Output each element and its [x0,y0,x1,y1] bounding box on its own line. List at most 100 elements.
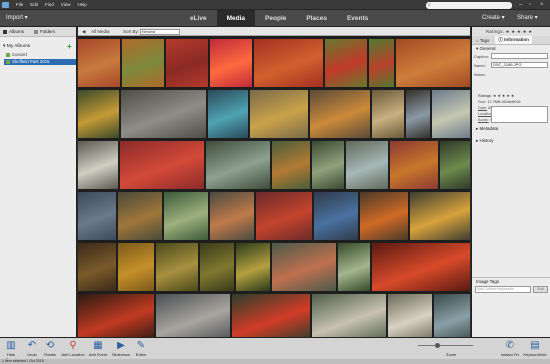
thumbnail[interactable] [236,243,270,291]
thumbnail[interactable] [118,192,162,240]
thumbnail[interactable] [78,39,120,87]
menu-view[interactable]: View [61,2,71,7]
thumbnail-row [78,293,470,337]
album-item-sheffield-park[interactable]: Sheffield Park 2015 [4,59,76,65]
rotate-button[interactable]: ⟲ Rotate [42,340,58,357]
tool-label: Editor [135,352,147,357]
thumbnail[interactable] [434,294,470,337]
thumbnail[interactable] [156,243,198,291]
thumbnail[interactable] [440,141,470,189]
thumbnail[interactable] [346,141,388,189]
thumbnail[interactable] [256,192,312,240]
tab-places[interactable]: Places [296,10,337,27]
name-field[interactable]: DSC_0186.JPG [491,62,548,68]
slideshow-button[interactable]: ▶ Slideshow [111,340,131,357]
add-event-button[interactable]: ▦ Add Event [88,340,108,357]
menu-help[interactable]: Help [77,2,86,7]
thumbnail[interactable] [121,90,206,138]
thumbnail[interactable] [166,39,208,87]
keyword-info-button[interactable]: ▤ Keyword/Info [522,340,548,357]
general-section-header[interactable]: ▾ General [472,45,550,52]
thumbnail[interactable] [314,192,358,240]
history-section-header[interactable]: ▸ History [472,137,550,144]
tab-events[interactable]: Events [337,10,378,27]
add-location-button[interactable]: ⚲ Add Location [61,340,85,357]
album-item-concert[interactable]: Concert [4,52,76,58]
thumbnail[interactable] [122,39,164,87]
thumbnail[interactable] [208,90,248,138]
my-albums-header[interactable]: ▾ My Albums [3,44,30,49]
thumbnail[interactable] [78,141,118,189]
tab-albums[interactable]: Albums [3,29,24,34]
keyword-input[interactable]: Add Custom Keywords [475,286,531,293]
import-button[interactable]: Import ▾ [6,14,28,21]
thumbnail[interactable] [372,243,470,291]
date-label[interactable]: Date: [478,106,487,110]
sort-dropdown[interactable]: Newest [140,28,180,35]
menu-find[interactable]: Find [45,2,54,7]
thumbnail[interactable] [78,294,154,337]
thumbnail[interactable] [360,192,408,240]
thumbnail[interactable] [232,294,310,337]
thumbnail[interactable] [406,90,430,138]
thumbnail[interactable] [388,294,432,337]
thumbnail[interactable] [432,90,470,138]
thumbnail[interactable] [369,39,394,87]
caption-label: Caption: [474,54,489,59]
bottom-toolbar: ▥ Hide Panel ↶ Undo ⟲ Rotate ⚲ Add Locat… [0,337,550,362]
thumbnail[interactable] [250,90,308,138]
undo-button[interactable]: ↶ Undo [25,340,39,357]
tab-tags[interactable]: ⌂ Tags [476,38,489,43]
thumbnail[interactable] [78,243,116,291]
thumbnail[interactable] [410,192,470,240]
notes-field[interactable] [491,106,548,123]
thumbnail[interactable] [200,243,234,291]
create-button[interactable]: Create ▾ [482,14,505,21]
tab-folders-label: Folders [40,29,56,34]
thumbnail[interactable] [372,90,404,138]
thumbnail[interactable] [312,141,344,189]
caption-field[interactable] [491,53,548,59]
thumbnail[interactable] [78,192,116,240]
instant-fix-button[interactable]: ✆ Instant Fix [500,340,520,357]
thumbnail[interactable] [120,141,204,189]
thumbnail[interactable] [272,243,336,291]
tab-elive[interactable]: eLive [180,10,217,27]
thumbnail[interactable] [338,243,370,291]
thumbnail[interactable] [164,192,208,240]
thumbnail[interactable] [310,90,370,138]
search-input[interactable]: ⌕ [426,2,512,9]
tab-folders[interactable]: Folders [34,29,55,34]
add-album-button[interactable]: + [67,42,72,51]
zoom-slider-handle[interactable] [435,343,440,348]
audio-label[interactable]: Audio: [478,118,489,122]
thumbnail[interactable] [254,39,323,87]
minimize-icon[interactable]: – [519,1,522,9]
menu-file[interactable]: File [16,2,23,7]
thumbnail[interactable] [396,39,470,87]
thumbnail[interactable] [390,141,438,189]
add-keyword-button[interactable]: Add [533,286,548,293]
tab-information[interactable]: ⓘ Information [495,36,532,44]
metadata-section-header[interactable]: ▸ Metadata [472,125,550,132]
editor-button[interactable]: ✎ Editor [133,340,149,357]
maximize-icon[interactable]: ▫ [529,1,531,9]
thumbnail[interactable] [78,90,119,138]
tab-media[interactable]: Media [216,10,256,27]
thumbnail[interactable] [312,294,386,337]
ratings-filter[interactable]: Ratings: ★ ★ ★ ★ ★ [472,27,550,36]
thumbnail[interactable] [325,39,367,87]
thumbnail[interactable] [210,192,254,240]
thumbnail[interactable] [272,141,310,189]
thumbnail[interactable] [118,243,154,291]
menu-edit[interactable]: Edit [30,2,38,7]
zoom-slider[interactable] [418,343,473,348]
share-button[interactable]: Share ▾ [517,14,538,21]
thumbnail-row [78,191,470,241]
back-button[interactable]: ◀ [82,27,85,36]
thumbnail[interactable] [156,294,230,337]
thumbnail[interactable] [206,141,270,189]
close-icon[interactable]: × [540,1,544,9]
tab-people[interactable]: People [255,10,296,27]
thumbnail[interactable] [210,39,252,87]
